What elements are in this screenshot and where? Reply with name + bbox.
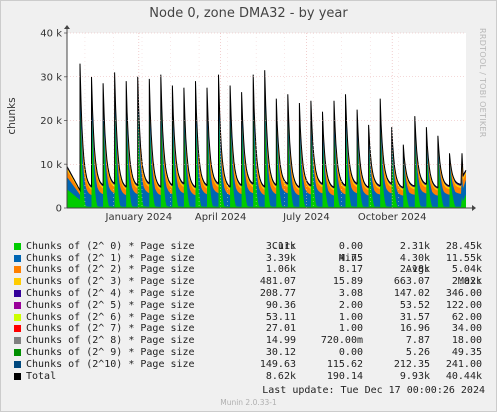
legend-label: Total [26, 370, 57, 382]
legend-min: 720.00m [320, 335, 363, 347]
x-tick-label: October 2024 [358, 212, 427, 223]
legend-max: 28.45k [445, 240, 482, 252]
legend-swatch [14, 348, 21, 356]
legend-cur: 149.63 [259, 358, 296, 370]
legend-swatch [14, 372, 21, 380]
legend-cur: 1.06k [265, 264, 296, 276]
legend-cur: 14.99 [265, 335, 296, 347]
legend-min: 2.00 [338, 299, 363, 311]
legend-swatch [14, 337, 21, 345]
legend-swatch [14, 254, 21, 262]
legend-max: 18.00 [451, 335, 482, 347]
legend-label: Chunks of (2^ 7) * Page size [26, 323, 195, 335]
legend-max: 11.55k [445, 252, 482, 264]
legend-row: Chunks of (2^ 1) * Page size 3.39k 4.75 4.3… [14, 253, 489, 265]
y-tick-label: 30 k [40, 72, 62, 83]
legend-label: Chunks of (2^ 1) * Page size [26, 252, 195, 264]
y-tick-label: 10 k [40, 160, 62, 171]
legend-swatch [14, 266, 21, 274]
legend-row: Chunks of (2^ 7) * Page size 27.01 1.00 16.… [14, 323, 489, 335]
legend-cur: 8.62k [265, 370, 296, 382]
legend-label: Chunks of (2^ 2) * Page size [26, 264, 195, 276]
legend-label: Chunks of (2^ 0) * Page size [26, 240, 195, 252]
x-tick-label: April 2024 [195, 212, 246, 223]
legend-min: 1.00 [338, 311, 363, 323]
x-axis-arrow [472, 205, 476, 211]
legend-cur: 90.36 [265, 299, 296, 311]
legend-label: Chunks of (2^ 4) * Page size [26, 287, 195, 299]
y-tick-label: 20 k [40, 116, 62, 127]
legend-label: Chunks of (2^ 8) * Page size [26, 335, 195, 347]
legend-min: 15.89 [332, 276, 363, 288]
legend-row: Chunks of (2^ 5) * Page size 90.36 2.00 53.… [14, 300, 489, 312]
x-tick-label: July 2024 [282, 212, 330, 223]
legend-max: 5.04k [451, 264, 482, 276]
legend-min: 0.00 [338, 240, 363, 252]
legend-min: 190.14 [326, 370, 363, 382]
legend-header-row: Cur: Min: Avg: Max: [14, 229, 489, 287]
y-tick-label: 0 [56, 204, 62, 215]
chart-svg: 0 10 k 20 k 30 k 40 k January 2024 April 2024 J… [40, 25, 476, 223]
legend-swatch [14, 313, 21, 321]
x-tick-label: January 2024 [105, 212, 173, 223]
legend-max: 241.00 [445, 358, 482, 370]
legend-max: 40.44k [445, 370, 482, 382]
legend-max: 346.00 [445, 287, 482, 299]
y-axis-arrow [64, 25, 70, 29]
legend-min: 1.00 [338, 323, 363, 335]
legend-row: Total 8.62k 190.14 9.93k 40.44k [14, 371, 489, 383]
legend-min: 8.17 [338, 264, 363, 276]
legend-label: Chunks of (2^ 3) * Page size [26, 276, 195, 288]
legend-row: Chunks of (2^ 8) * Page size 14.99 720.00m… [14, 335, 489, 347]
legend-cur: 3.11k [265, 240, 296, 252]
legend-max: 62.00 [451, 311, 482, 323]
legend-swatch [14, 242, 21, 250]
legend-label: Chunks of (2^ 6) * Page size [26, 311, 195, 323]
legend-min: 4.75 [338, 252, 363, 264]
legend-row: Chunks of (2^ 0) * Page size 3.11k 0.00 2.3… [14, 241, 489, 253]
legend-swatch [14, 360, 21, 368]
legend-max: 122.00 [445, 299, 482, 311]
legend-row: Chunks of (2^ 6) * Page size 53.11 1.00 31.… [14, 312, 489, 324]
legend-min: 0.00 [338, 346, 363, 358]
legend-row: Chunks of (2^ 4) * Page size 208.77 3.08 14… [14, 288, 489, 300]
legend-min: 3.08 [338, 287, 363, 299]
legend-cur: 3.39k [265, 252, 296, 264]
y-tick-label: 40 k [40, 29, 62, 40]
legend-min: 115.62 [326, 358, 363, 370]
legend-row: Chunks of (2^ 2) * Page size 1.06k 8.17 2.1… [14, 264, 489, 276]
legend-cur: 53.11 [265, 311, 296, 323]
legend-cur: 30.12 [265, 346, 296, 358]
legend-row: Chunks of (2^10) * Page size 149.63 115.62… [14, 359, 489, 371]
last-update: Last update: Tue Dec 17 00:00:26 2024 [262, 385, 485, 396]
legend-cur: 481.07 [259, 276, 296, 288]
legend-max: 34.00 [451, 323, 482, 335]
legend-table: Cur: Min: Avg: Max: Chunks of (2^ 0) * P… [14, 229, 489, 382]
legend-swatch [14, 301, 21, 309]
munin-version: Munin 2.0.33-1 [220, 398, 277, 407]
legend-max: 2.02k [451, 276, 482, 288]
legend-swatch [14, 289, 21, 297]
legend-label: Chunks of (2^ 5) * Page size [26, 299, 195, 311]
legend-cur: 27.01 [265, 323, 296, 335]
legend-swatch [14, 325, 21, 333]
legend-row: Chunks of (2^ 9) * Page size 30.12 0.00 5.2… [14, 347, 489, 359]
legend-label: Chunks of (2^ 9) * Page size [26, 346, 195, 358]
legend-row: Chunks of (2^ 3) * Page size 481.07 15.89 6… [14, 276, 489, 288]
legend-label: Chunks of (2^10) * Page size [26, 358, 195, 370]
legend-rows: Chunks of (2^ 0) * Page size 3.11k 0.00 2.3… [14, 241, 489, 383]
legend-max: 49.35 [451, 346, 482, 358]
legend-swatch [14, 278, 21, 286]
legend-cur: 208.77 [259, 287, 296, 299]
